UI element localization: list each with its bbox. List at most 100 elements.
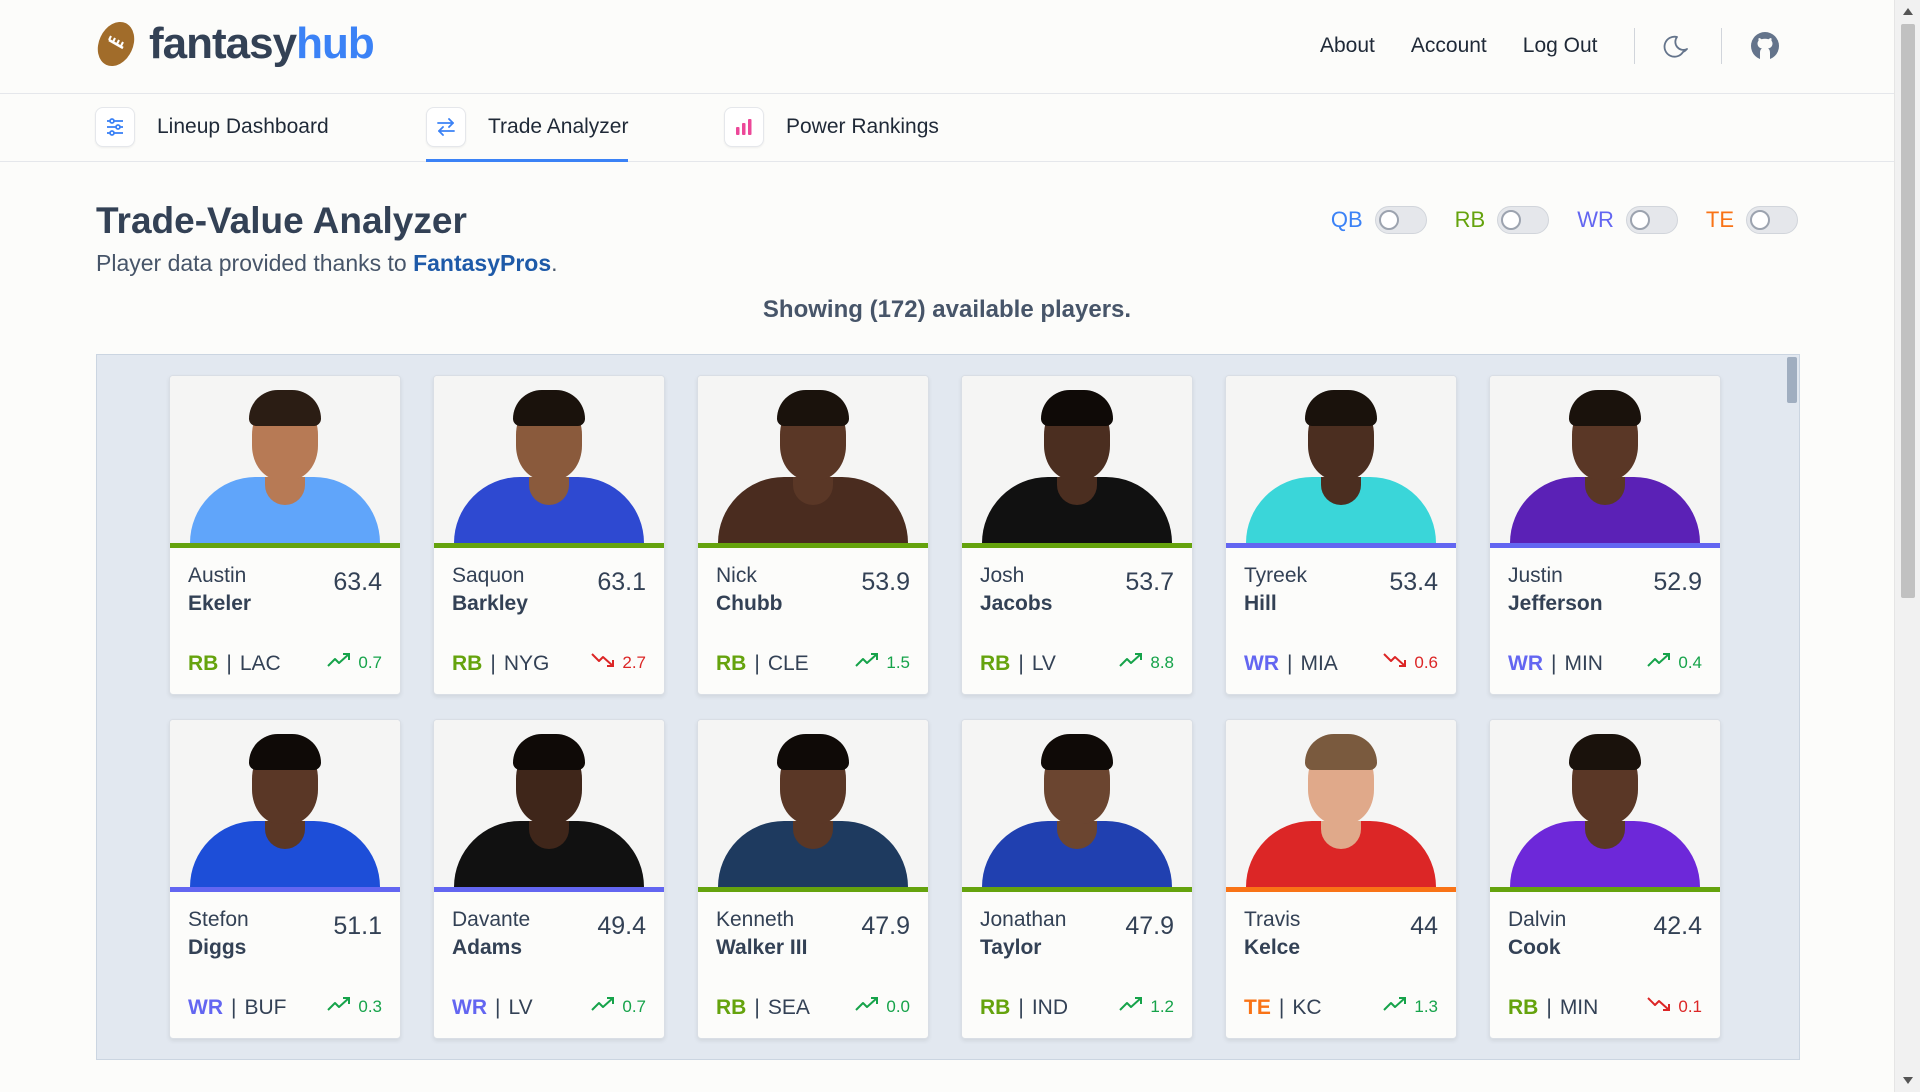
grid-scrollbar[interactable] (1785, 355, 1799, 1059)
player-last-name: Kelce (1244, 936, 1301, 959)
player-trend-delta: 1.5 (886, 652, 910, 672)
player-trend: 0.3 (326, 995, 382, 1018)
scroll-down-arrow-icon[interactable] (1903, 1077, 1913, 1084)
player-trend-delta: 0.4 (1678, 652, 1702, 672)
brand-logo[interactable]: fantasyhub (95, 18, 375, 70)
player-card[interactable]: Travis Kelce 44 TE | KC 1.3 (1225, 719, 1457, 1039)
player-hair (1569, 390, 1641, 426)
player-trend: 0.4 (1646, 651, 1702, 674)
switch-knob (1629, 210, 1650, 230)
player-card[interactable]: Tyreek Hill 53.4 WR | MIA 0.6 (1225, 375, 1457, 695)
filter-wr[interactable]: WR (1577, 206, 1678, 234)
player-card[interactable]: Nick Chubb 53.9 RB | CLE 1.5 (697, 375, 929, 695)
player-position: RB (980, 996, 1011, 1019)
player-photo (698, 720, 928, 887)
page-subtitle: Player data provided thanks to FantasyPr… (96, 250, 558, 277)
player-info: Dalvin Cook 42.4 RB | MIN 0.1 (1490, 892, 1720, 1038)
player-team: MIA (1300, 652, 1338, 675)
player-info: Tyreek Hill 53.4 WR | MIA 0.6 (1226, 548, 1456, 694)
player-photo (170, 376, 400, 543)
player-trade-value: 47.9 (1125, 912, 1174, 940)
player-count: Showing (172) available players. (762, 296, 1132, 323)
player-position: RB (980, 652, 1011, 675)
player-meta: RB | IND (980, 996, 1068, 1020)
tab-bar: Lineup Dashboard Trade Analyzer Power Ra… (0, 95, 1894, 162)
player-photo (1226, 376, 1456, 543)
player-hair (1305, 734, 1377, 770)
player-card[interactable]: Stefon Diggs 51.1 WR | BUF 0.3 (169, 719, 401, 1039)
trending-up-icon (1118, 995, 1144, 1018)
filter-switch[interactable] (1746, 206, 1798, 234)
player-photo (1226, 720, 1456, 887)
tab-trade-analyzer[interactable]: Trade Analyzer (426, 107, 629, 162)
subtitle-text: Player data provided thanks to (96, 250, 414, 276)
player-trend-delta: 2.7 (622, 652, 646, 672)
player-card[interactable]: Saquon Barkley 63.1 RB | NYG 2.7 (433, 375, 665, 695)
meta-divider: | (1278, 996, 1285, 1019)
player-hair (777, 734, 849, 770)
filter-switch[interactable] (1497, 206, 1550, 234)
player-card[interactable]: Justin Jefferson 52.9 WR | MIN 0.4 (1489, 375, 1721, 695)
filter-qb[interactable]: QB (1331, 206, 1427, 234)
brand-name-part1: fantasy (149, 19, 297, 68)
nav-logout-link[interactable]: Log Out (1523, 34, 1598, 58)
player-photo (962, 376, 1192, 543)
player-position: RB (452, 652, 483, 675)
filter-switch[interactable] (1625, 206, 1678, 234)
player-hair (1041, 390, 1113, 426)
nav-divider (1720, 28, 1722, 64)
grid-scrollbar-thumb[interactable] (1787, 357, 1797, 403)
player-card[interactable]: Dalvin Cook 42.4 RB | MIN 0.1 (1489, 719, 1721, 1039)
player-photo (698, 376, 928, 543)
player-card[interactable]: Austin Ekeler 63.4 RB | LAC 0.7 (169, 375, 401, 695)
player-team: SEA (767, 996, 810, 1019)
player-position: WR (188, 996, 223, 1019)
page-scrollbar-thumb[interactable] (1901, 24, 1915, 598)
github-link[interactable] (1750, 31, 1780, 61)
player-trend-delta: 0.1 (1678, 996, 1702, 1016)
tab-power-rankings[interactable]: Power Rankings (724, 107, 939, 162)
player-team: CLE (767, 652, 809, 675)
player-trend-delta: 0.0 (886, 996, 910, 1016)
meta-divider: | (1018, 652, 1024, 675)
player-trend: 2.7 (590, 651, 646, 674)
player-trade-value: 52.9 (1653, 568, 1702, 596)
scroll-up-arrow-icon[interactable] (1903, 8, 1913, 15)
filter-te[interactable]: TE (1706, 206, 1798, 234)
subtitle-suffix: . (551, 250, 558, 276)
player-trend-delta: 1.2 (1150, 996, 1174, 1016)
player-position: WR (452, 996, 487, 1019)
player-trend-delta: 0.7 (358, 652, 382, 672)
player-meta: WR | MIA (1244, 652, 1338, 676)
player-trade-value: 49.4 (597, 912, 646, 940)
player-team: LV (508, 996, 533, 1019)
page-scrollbar[interactable] (1894, 0, 1920, 1092)
player-trend-delta: 0.7 (622, 996, 646, 1016)
player-info: Saquon Barkley 63.1 RB | NYG 2.7 (434, 548, 664, 694)
player-card[interactable]: Kenneth Walker III 47.9 RB | SEA 0.0 (697, 719, 929, 1039)
nav-account-link[interactable]: Account (1411, 34, 1487, 58)
trending-up-icon (854, 651, 880, 674)
player-first-name: Travis (1244, 908, 1301, 931)
player-card[interactable]: Davante Adams 49.4 WR | LV 0.7 (433, 719, 665, 1039)
nav-about-link[interactable]: About (1320, 34, 1375, 58)
player-trade-value: 63.4 (333, 568, 382, 596)
player-info: Kenneth Walker III 47.9 RB | SEA 0.0 (698, 892, 928, 1038)
swap-arrows-icon (426, 107, 466, 147)
filter-switch[interactable] (1374, 206, 1427, 234)
player-trend: 0.7 (590, 995, 646, 1018)
tab-lineup-dashboard[interactable]: Lineup Dashboard (95, 107, 329, 162)
filter-rb[interactable]: RB (1455, 206, 1550, 234)
player-position: RB (1508, 996, 1539, 1019)
player-card[interactable]: Jonathan Taylor 47.9 RB | IND 1.2 (961, 719, 1193, 1039)
player-card[interactable]: Josh Jacobs 53.7 RB | LV 8.8 (961, 375, 1193, 695)
player-meta: RB | MIN (1508, 996, 1598, 1020)
fantasypros-link[interactable]: FantasyPros (413, 250, 551, 276)
player-position: WR (1508, 652, 1543, 675)
player-meta: RB | LAC (188, 652, 281, 676)
trending-down-icon (1646, 995, 1672, 1018)
player-team: MIN (1564, 652, 1603, 675)
dark-mode-toggle[interactable] (1663, 31, 1693, 61)
player-trade-value: 51.1 (333, 912, 382, 940)
trending-up-icon (1382, 995, 1408, 1018)
